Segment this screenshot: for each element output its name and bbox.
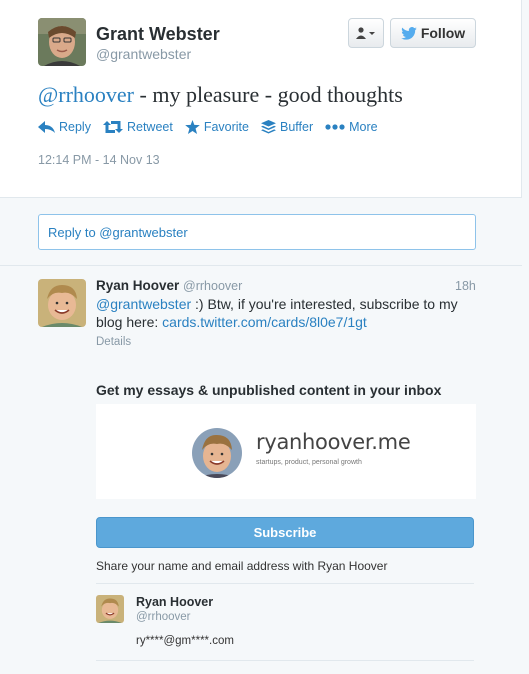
user-actions-button[interactable] <box>348 18 384 48</box>
buffer-icon <box>261 120 276 134</box>
mention-link[interactable]: @rrhoover <box>38 82 134 107</box>
tweet-actions: Reply Retweet Favorite Buffer More <box>38 120 390 134</box>
favorite-action[interactable]: Favorite <box>185 120 249 134</box>
card-image: ryanhoover.me startups, product, persona… <box>96 404 476 499</box>
username[interactable]: @grantwebster <box>96 46 191 62</box>
avatar[interactable] <box>38 18 86 66</box>
user-dropdown-icon <box>356 27 375 39</box>
tweet-body: - my pleasure - good thoughts <box>134 82 403 107</box>
reply-label: Reply <box>59 120 91 134</box>
favorite-label: Favorite <box>203 120 249 134</box>
reply-author-name: Ryan Hoover <box>96 278 180 293</box>
card-link[interactable]: cards.twitter.com/cards/8l0e7/1gt <box>162 314 367 330</box>
retweet-label: Retweet <box>126 120 173 134</box>
reply-input[interactable]: Reply to @grantwebster <box>38 214 476 250</box>
reply-author[interactable]: Ryan Hoover @rrhoover <box>96 278 242 293</box>
reply-tweet: Ryan Hoover @rrhoover 18h @grantwebster … <box>0 267 522 674</box>
details-link[interactable]: Details <box>96 336 131 348</box>
share-name: Ryan Hoover <box>136 595 214 609</box>
more-action[interactable]: More <box>325 120 378 134</box>
share-preview: Ryan Hoover @rrhoover ry****@gm****.com <box>96 583 474 661</box>
card-title: Get my essays & unpublished content in y… <box>96 382 442 398</box>
display-name[interactable]: Grant Webster <box>96 24 220 45</box>
reply-action[interactable]: Reply <box>38 120 91 134</box>
mention-link[interactable]: @grantwebster <box>96 296 191 312</box>
tweet-text: @rrhoover - my pleasure - good thoughts <box>38 82 403 108</box>
card-avatar <box>192 428 242 478</box>
retweet-icon <box>102 121 123 133</box>
avatar <box>96 595 124 623</box>
buffer-action[interactable]: Buffer <box>261 120 313 134</box>
reply-area: Reply to @grantwebster <box>0 199 522 266</box>
share-handle: @rrhoover <box>136 611 191 623</box>
follow-label: Follow <box>420 25 466 41</box>
divider <box>96 660 474 661</box>
buffer-label: Buffer <box>279 120 314 134</box>
tweet-timestamp[interactable]: 12:14 PM - 14 Nov 13 <box>38 153 160 167</box>
reply-author-handle: @rrhoover <box>183 279 243 293</box>
subscribe-button[interactable]: Subscribe <box>96 517 474 548</box>
more-label: More <box>349 120 378 134</box>
share-notice: Share your name and email address with R… <box>96 559 388 573</box>
reply-icon <box>38 121 55 133</box>
share-email: ry****@gm****.com <box>136 635 234 647</box>
star-icon <box>185 120 200 134</box>
twitter-bird-icon <box>401 26 417 40</box>
retweet-action[interactable]: Retweet <box>102 120 173 134</box>
follow-button[interactable]: Follow <box>390 18 476 48</box>
reply-text: @grantwebster :) Btw, if you're interest… <box>96 295 486 331</box>
tweet-detail: Grant Webster @grantwebster Follow @rrho… <box>0 0 522 198</box>
card-site-name: ryanhoover.me <box>256 430 411 454</box>
card-tagline: startups, product, personal growth <box>256 459 362 466</box>
reply-time[interactable]: 18h <box>455 279 476 293</box>
avatar[interactable] <box>38 279 86 327</box>
more-icon <box>325 124 345 130</box>
